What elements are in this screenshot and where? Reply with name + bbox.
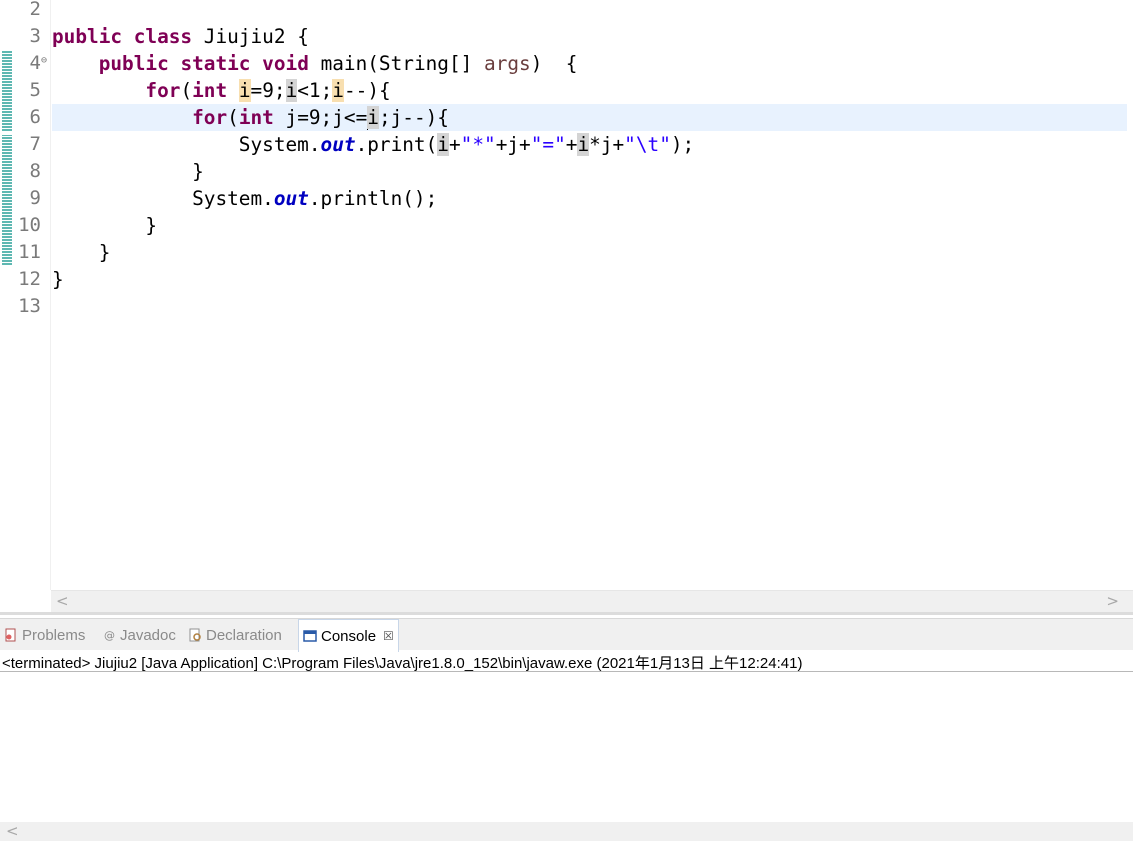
change-indicator [2,135,12,265]
code-text-area[interactable]: public class Jiujiu2 { public static voi… [52,0,1127,590]
line-number: 12 [18,268,41,290]
editor-panel-divider[interactable] [0,612,1133,615]
code-text: } [192,160,204,183]
code-line[interactable]: public static void main(String[] args) { [52,50,1127,77]
bottom-panel: Problems @ Javadoc Declaration Console ☒… [0,618,1133,841]
panel-tab-bar: Problems @ Javadoc Declaration Console ☒ [0,618,1133,652]
tab-problems[interactable]: Problems [0,619,89,651]
problems-icon [5,628,16,642]
line-number: 9 [29,187,41,209]
code-line[interactable]: } [52,266,1127,293]
tab-label: Declaration [206,626,282,644]
keyword: public [52,25,123,48]
keyword: class [133,25,193,48]
close-icon[interactable]: ☒ [383,620,394,653]
code-text: ( [180,79,193,102]
code-text: + [565,133,578,156]
editor-horizontal-scrollbar[interactable]: < > [51,590,1133,612]
code-line[interactable]: } [52,239,1127,266]
svg-text:@: @ [104,629,115,642]
code-text: j=9;j<= [273,106,368,129]
code-text: --){ [343,79,391,102]
code-text: } [98,241,111,264]
keyword: int [192,79,228,102]
occurrence-highlight: i [367,106,379,129]
keyword: for [145,79,181,102]
tab-javadoc[interactable]: @ Javadoc [98,619,180,651]
scroll-right-icon[interactable]: > [1106,592,1119,610]
code-text: } [145,214,158,237]
console-output[interactable] [0,672,1133,822]
string-literal: "\t" [624,133,671,156]
code-line[interactable]: public class Jiujiu2 { [52,23,1127,50]
code-editor[interactable]: 2 3 4 ⊖ 5 6 7 8 9 10 11 12 13 public cla… [0,0,1133,615]
keyword: void [262,52,309,75]
parameter: args [484,52,531,75]
scroll-left-icon[interactable]: < [56,592,69,610]
console-status-line: <terminated> Jiujiu2 [Java Application] … [2,655,803,672]
tab-console[interactable]: Console ☒ [298,619,399,652]
occurrence-highlight: i [437,133,449,156]
code-line[interactable]: } [52,158,1127,185]
occurrence-highlight: i [577,133,590,156]
code-text: + [448,133,461,156]
keyword: int [238,106,274,129]
code-text: System. [192,187,274,210]
code-text: *j+ [589,133,625,156]
code-line[interactable]: for(int i=9;i<1;i--){ [52,77,1127,104]
tab-label: Javadoc [120,626,176,644]
current-code-line[interactable]: for(int j=9;j<=i;j--){ [52,104,1127,131]
line-number: 2 [29,0,41,20]
code-text: ); [670,133,695,156]
occurrence-highlight: i [285,79,298,102]
code-text: =9; [250,79,286,102]
line-number: 5 [29,79,41,101]
tab-label: Problems [22,626,86,644]
code-line[interactable]: System.out.println(); [52,185,1127,212]
change-indicator [2,50,12,131]
code-text: Jiujiu2 { [203,25,309,48]
scroll-left-icon[interactable]: < [6,822,19,840]
tab-declaration[interactable]: Declaration [184,619,286,651]
line-number-gutter: 2 3 4 ⊖ 5 6 7 8 9 10 11 12 13 [13,0,51,590]
occurrence-highlight: i [238,79,251,102]
code-text: } [52,268,64,291]
code-text: <1; [297,79,333,102]
string-literal: "*" [460,133,496,156]
line-number: 11 [18,241,41,263]
line-number: 8 [29,160,41,182]
occurrence-highlight: i [332,79,344,102]
keyword: public [98,52,169,75]
line-number: 7 [29,133,41,155]
keyword: static [180,52,251,75]
code-line[interactable]: } [52,212,1127,239]
static-field: out [320,133,356,156]
overview-ruler [0,0,13,614]
declaration-icon [189,628,201,642]
string-literal: "=" [530,133,566,156]
console-icon [303,630,317,642]
console-horizontal-scrollbar[interactable]: < [0,822,1133,841]
line-number: 6 [29,106,41,128]
javadoc-icon: @ [104,629,115,642]
tab-label: Console [321,627,377,645]
line-number: 4 [29,52,41,74]
code-text: main(String[] [320,52,485,75]
code-text: ) { [530,52,578,75]
code-text: ( [227,106,239,129]
code-text: ;j--){ [378,106,449,129]
code-text: System. [238,133,321,156]
code-line[interactable]: System.out.print(i+"*"+j+"="+i*j+"\t"); [52,131,1127,158]
fold-collapse-icon[interactable]: ⊖ [41,55,47,66]
keyword: for [192,106,228,129]
code-text: .println(); [308,187,438,210]
code-text: +j+ [495,133,531,156]
line-number: 13 [18,295,41,317]
static-field: out [273,187,309,210]
line-number: 3 [29,25,41,47]
line-number: 10 [18,214,41,236]
code-text: .print( [355,133,438,156]
